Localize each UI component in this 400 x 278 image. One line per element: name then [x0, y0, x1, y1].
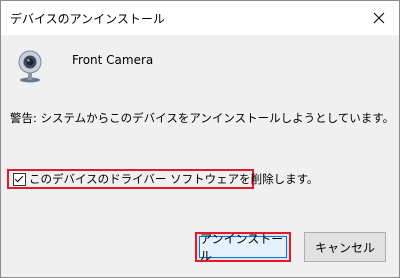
- delete-driver-checkbox[interactable]: [13, 172, 26, 186]
- close-icon: [373, 12, 385, 24]
- delete-driver-label[interactable]: このデバイスのドライバー ソフトウェアを削除します。: [29, 171, 318, 187]
- webcam-icon: [18, 50, 42, 83]
- dialog-body: Front Camera 警告: システムからこのデバイスをアンインストールしよ…: [1, 35, 399, 219]
- delete-driver-option[interactable]: このデバイスのドライバー ソフトウェアを削除します。: [7, 169, 318, 189]
- uninstall-device-dialog: デバイスのアンインストール Front Camera 警告: システムからこのデ…: [0, 0, 400, 278]
- uninstall-button-face[interactable]: アンインストール: [199, 232, 287, 263]
- device-name: Front Camera: [72, 53, 154, 67]
- title-bar: デバイスのアンインストール: [1, 1, 399, 35]
- warning-text: 警告: システムからこのデバイスをアンインストールしようとしています。: [10, 111, 395, 125]
- close-button[interactable]: [359, 1, 399, 35]
- dialog-title: デバイスのアンインストール: [10, 12, 165, 26]
- cancel-button[interactable]: キャンセル: [304, 232, 386, 262]
- dialog-footer: アンインストール キャンセル: [1, 219, 399, 277]
- uninstall-button[interactable]: アンインストール: [195, 232, 291, 263]
